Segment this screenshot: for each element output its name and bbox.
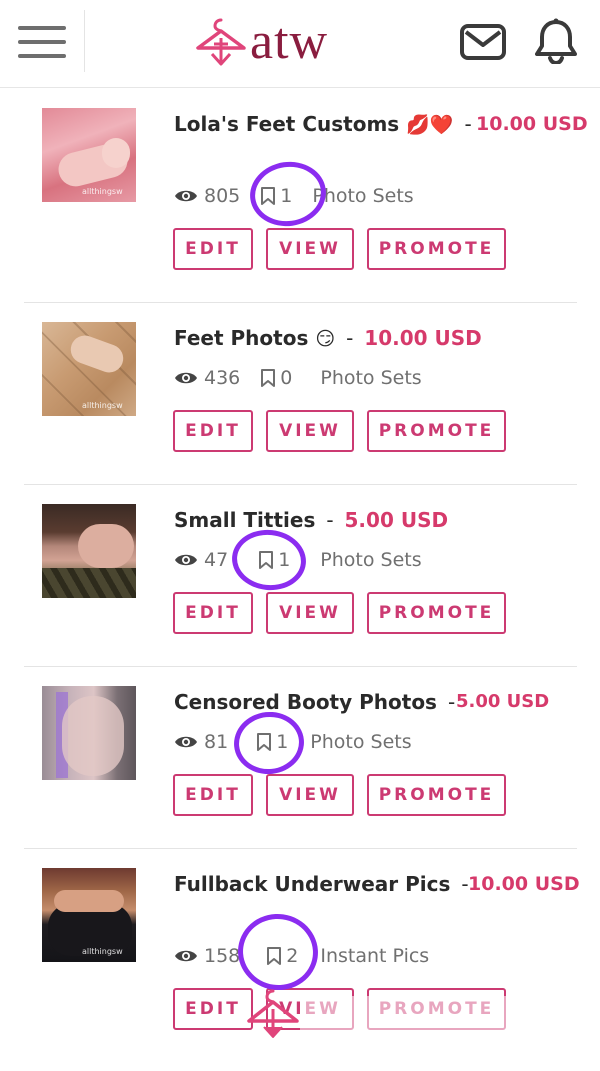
promote-button[interactable]: PROMOTE bbox=[367, 774, 506, 816]
listing-category: Photo Sets bbox=[310, 731, 412, 753]
watermark-overlay bbox=[300, 996, 510, 1032]
hanger-logo-icon bbox=[196, 18, 246, 66]
edit-button[interactable]: EDIT bbox=[173, 988, 253, 1030]
listing-title-line: Feet Photos 😏 - 10.00 USD bbox=[174, 322, 574, 355]
view-button[interactable]: VIEW bbox=[266, 774, 354, 816]
listing-title[interactable]: Fullback Underwear Pics bbox=[174, 872, 450, 896]
listing-price: 5.00 USD bbox=[344, 508, 449, 532]
listing-divider bbox=[24, 848, 577, 849]
title-separator: - bbox=[326, 508, 334, 532]
edit-button[interactable]: EDIT bbox=[173, 228, 253, 270]
listing-thumbnail[interactable]: allthingsw bbox=[42, 108, 136, 202]
listing-thumbnail[interactable] bbox=[42, 686, 136, 780]
bookmark-count: 1 bbox=[276, 731, 289, 753]
bookmark-icon bbox=[259, 551, 274, 569]
watermark-text: allthingsw bbox=[82, 947, 123, 956]
promote-button[interactable]: PROMOTE bbox=[367, 592, 506, 634]
eye-icon bbox=[175, 554, 197, 566]
title-emoji: 💋❤️ bbox=[406, 114, 454, 136]
view-count: 158 bbox=[204, 945, 241, 967]
listing-thumbnail[interactable] bbox=[42, 504, 136, 598]
listing-category: Photo Sets bbox=[320, 549, 422, 571]
eye-icon bbox=[175, 736, 197, 748]
bookmark-count: 1 bbox=[278, 549, 291, 571]
listing-title[interactable]: Feet Photos bbox=[174, 326, 308, 350]
listing-thumbnail[interactable]: allthingsw bbox=[42, 322, 136, 416]
edit-button[interactable]: EDIT bbox=[173, 410, 253, 452]
listing-category: Photo Sets bbox=[312, 185, 414, 207]
listing-stats: 47 1 Photo Sets bbox=[174, 546, 422, 574]
view-button[interactable]: VIEW bbox=[266, 592, 354, 634]
eye-icon bbox=[175, 950, 197, 962]
listing-divider bbox=[24, 484, 577, 485]
eye-icon bbox=[175, 190, 197, 202]
listing-stats: 81 1 Photo Sets bbox=[174, 728, 412, 756]
mail-icon[interactable] bbox=[460, 24, 506, 60]
atw-logo[interactable]: atw bbox=[194, 14, 328, 70]
listing-stats: 158 2 Instant Pics bbox=[174, 942, 429, 970]
listing-stats: 805 1 Photo Sets bbox=[174, 182, 414, 210]
listing-divider bbox=[24, 666, 577, 667]
bookmark-icon bbox=[267, 947, 282, 965]
view-count: 47 bbox=[204, 549, 229, 571]
header-divider bbox=[84, 10, 85, 72]
bookmark-icon bbox=[257, 733, 272, 751]
bookmark-count: 2 bbox=[286, 945, 299, 967]
view-count: 436 bbox=[204, 367, 241, 389]
watermark-text: allthingsw bbox=[82, 187, 123, 196]
listing-thumbnail[interactable]: allthingsw bbox=[42, 868, 136, 962]
listing-title-line: Small Titties - 5.00 USD bbox=[174, 504, 574, 536]
watermark-text: allthingsw bbox=[82, 401, 123, 410]
edit-button[interactable]: EDIT bbox=[173, 592, 253, 634]
title-emoji: 😏 bbox=[315, 328, 336, 350]
promote-button[interactable]: PROMOTE bbox=[367, 410, 506, 452]
listing-price: 10.00 USD bbox=[364, 326, 482, 350]
hamburger-icon[interactable] bbox=[18, 22, 66, 62]
listing-category: Instant Pics bbox=[320, 945, 430, 967]
title-separator: - bbox=[464, 112, 472, 136]
listing-price: 5.00 USD bbox=[456, 691, 550, 712]
app-header: atw bbox=[0, 0, 600, 88]
edit-button[interactable]: EDIT bbox=[173, 774, 253, 816]
view-count: 805 bbox=[204, 185, 241, 207]
view-count: 81 bbox=[204, 731, 229, 753]
view-button[interactable]: VIEW bbox=[266, 410, 354, 452]
bookmark-icon bbox=[261, 369, 276, 387]
view-button[interactable]: VIEW bbox=[266, 228, 354, 270]
bookmark-icon bbox=[261, 187, 276, 205]
title-separator: - bbox=[447, 690, 456, 714]
logo-text: atw bbox=[250, 13, 329, 70]
listing-title[interactable]: Small Titties bbox=[174, 508, 315, 532]
listing-price: 10.00 USD bbox=[476, 113, 588, 135]
listing-stats: 436 0 Photo Sets bbox=[174, 364, 422, 392]
listing-category: Photo Sets bbox=[320, 367, 422, 389]
listing-divider bbox=[24, 302, 577, 303]
hanger-watermark-icon bbox=[247, 989, 299, 1038]
listing-price: 10.00 USD bbox=[468, 873, 580, 895]
bookmark-count: 0 bbox=[280, 367, 293, 389]
promote-button[interactable]: PROMOTE bbox=[367, 228, 506, 270]
bell-icon[interactable] bbox=[535, 18, 577, 64]
bookmark-count: 1 bbox=[280, 185, 293, 207]
listing-title[interactable]: Censored Booty Photos bbox=[174, 690, 437, 714]
title-separator: - bbox=[346, 326, 354, 350]
eye-icon bbox=[175, 372, 197, 384]
listing-title[interactable]: Lola's Feet Customs bbox=[174, 112, 399, 136]
